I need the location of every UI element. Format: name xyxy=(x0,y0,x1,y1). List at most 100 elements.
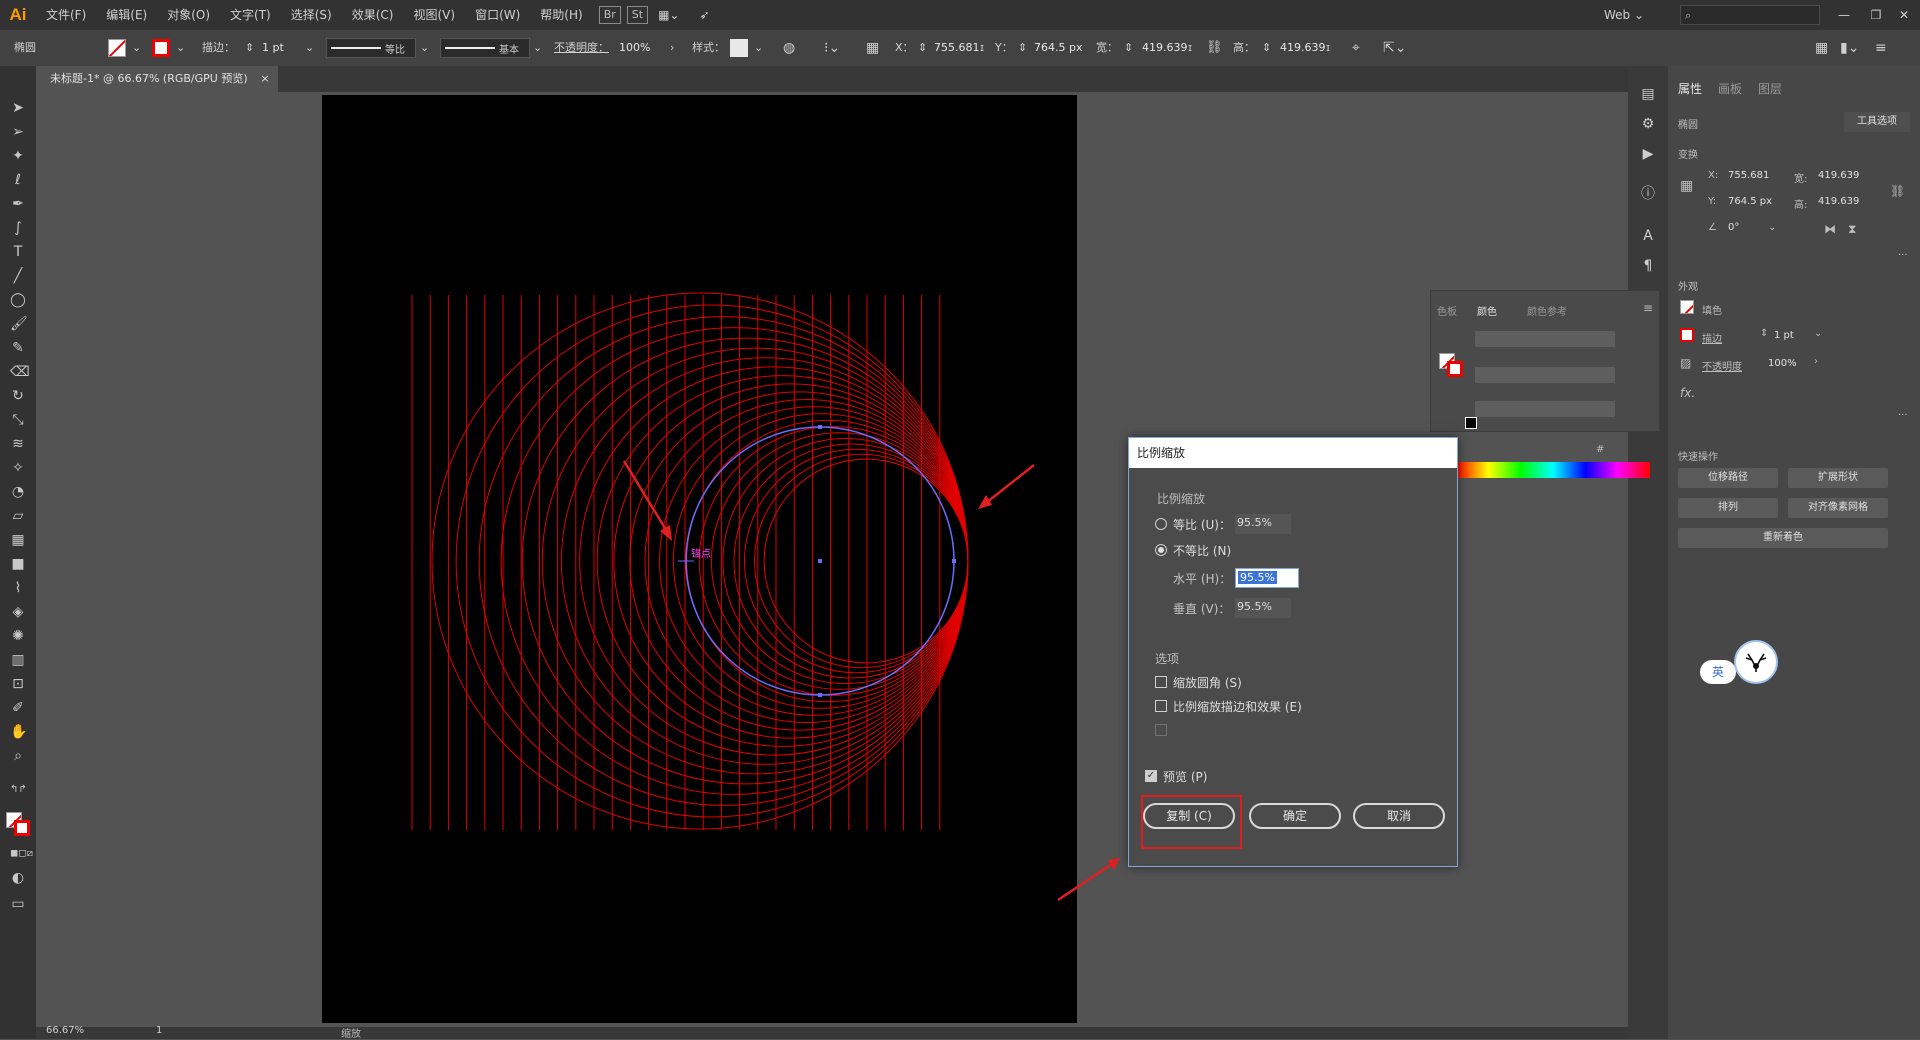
nonuniform-label[interactable]: 不等比 (N) xyxy=(1173,542,1231,559)
ellipse-tool-icon[interactable]: ◯ xyxy=(10,292,26,308)
asset-export-icon[interactable]: ⚙ xyxy=(1640,116,1656,132)
shaper-tool-icon[interactable]: ✎ xyxy=(10,340,26,356)
stroke-weight-value[interactable]: 1 pt xyxy=(1774,330,1794,341)
chevron-down-icon[interactable]: ⌄ xyxy=(1768,222,1776,233)
lasso-tool-icon[interactable]: ℓ xyxy=(10,172,26,188)
more-options-icon[interactable]: ··· xyxy=(1898,410,1908,421)
scale-tool-icon[interactable]: ⤡ xyxy=(10,412,26,428)
curvature-tool-icon[interactable]: ∫ xyxy=(10,220,26,236)
opacity-label[interactable]: 不透明度： xyxy=(554,30,609,66)
panel-menu-icon[interactable]: ≡ xyxy=(1643,301,1653,315)
y-field[interactable]: 764.5 px xyxy=(1034,30,1082,66)
stroke-swatch[interactable] xyxy=(1680,328,1694,342)
column-graph-tool-icon[interactable]: ▥ xyxy=(10,652,26,668)
paintbrush-tool-icon[interactable]: 🖌 xyxy=(10,316,28,332)
constrain-proportions-icon[interactable]: ⛓ xyxy=(1890,184,1905,198)
tab-color-guide[interactable]: 颜色参考 xyxy=(1527,303,1567,318)
gpu-rocket-icon[interactable]: ➶ xyxy=(689,0,719,30)
height-value[interactable]: 419.639 xyxy=(1818,196,1859,207)
flip-horizontal-icon[interactable]: ⧓ xyxy=(1824,222,1836,236)
artboard-tool-icon[interactable]: ⊡ xyxy=(10,676,26,692)
chevron-right-icon[interactable]: › xyxy=(670,30,674,66)
stroke-weight-field[interactable]: 1 pt xyxy=(262,30,284,66)
reference-point-icon[interactable]: ▦ xyxy=(1680,178,1693,194)
color-stroke-swatch[interactable] xyxy=(1447,361,1463,377)
workspace-switcher[interactable]: Web ⌄ xyxy=(1604,0,1644,30)
puppet-warp-tool-icon[interactable]: ✧ xyxy=(10,460,26,476)
align-icon[interactable]: ⁝⌄ xyxy=(824,30,840,66)
width-value[interactable]: 419.639 xyxy=(1818,170,1859,181)
menu-help[interactable]: 帮助(H) xyxy=(530,0,592,30)
zoom-level-field[interactable]: 66.67% xyxy=(46,1025,84,1036)
expand-shape-button[interactable]: 扩展形状 xyxy=(1788,468,1888,488)
recolor-button[interactable]: 重新着色 xyxy=(1678,528,1888,548)
x-field[interactable]: 755.681 xyxy=(934,30,980,66)
x-value[interactable]: 755.681 xyxy=(1728,170,1769,181)
chevron-down-icon[interactable]: ⌄ xyxy=(533,30,542,66)
perspective-grid-tool-icon[interactable]: ▱ xyxy=(10,508,26,524)
color-mode-icons[interactable]: ◼◻⧄ xyxy=(10,846,33,862)
mesh-tool-icon[interactable]: ▦ xyxy=(10,532,26,548)
stroke-swatch[interactable] xyxy=(152,39,170,57)
anchor-point-top[interactable] xyxy=(818,425,822,429)
menu-select[interactable]: 选择(S) xyxy=(281,0,342,30)
color-spectrum-bar[interactable] xyxy=(1456,462,1650,478)
menu-object[interactable]: 对象(O) xyxy=(157,0,220,30)
artwork-canvas[interactable]: 锚点 xyxy=(322,95,1077,1023)
ime-widget[interactable]: 英 xyxy=(1700,640,1780,684)
arrange-button[interactable]: 排列 xyxy=(1678,498,1778,518)
opacity-value[interactable]: 100% xyxy=(1768,358,1797,369)
bridge-button[interactable]: Br xyxy=(598,6,621,24)
nonuniform-radio[interactable] xyxy=(1155,544,1167,556)
width-field[interactable]: 419.639 xyxy=(1142,30,1188,66)
stepper-icon[interactable]: ⇕ xyxy=(918,30,927,66)
eraser-tool-icon[interactable]: ⌫ xyxy=(10,364,30,380)
blend-tool-icon[interactable]: ◈ xyxy=(10,604,26,620)
ok-button[interactable]: 确定 xyxy=(1249,803,1341,829)
variable-width-profile[interactable]: 等比 xyxy=(326,38,416,58)
menu-effect[interactable]: 效果(C) xyxy=(342,0,404,30)
selection-tool-icon[interactable]: ➤ xyxy=(10,100,26,116)
menu-view[interactable]: 视图(V) xyxy=(403,0,465,30)
arrange-documents-icon[interactable]: ▦⌄ xyxy=(648,0,689,30)
stepper-icon[interactable]: ⇕ xyxy=(1760,328,1768,339)
toolbar-stroke-swatch[interactable] xyxy=(14,820,30,836)
fill-swatch[interactable] xyxy=(1680,300,1694,314)
direct-selection-tool-icon[interactable]: ➢ xyxy=(10,124,26,140)
constrain-proportions-icon[interactable]: ⛓ xyxy=(1206,30,1223,66)
opacity-label[interactable]: 不透明度 xyxy=(1702,358,1742,373)
scale-corners-label[interactable]: 缩放圆角 (S) xyxy=(1173,674,1242,691)
slice-tool-icon[interactable]: ✐ xyxy=(10,700,26,716)
isolate-icon[interactable]: ⇱⌄ xyxy=(1383,30,1406,66)
artboard[interactable]: 锚点 xyxy=(322,95,1077,1023)
stepper-icon[interactable]: ⇕ xyxy=(1124,30,1133,66)
uniform-radio[interactable] xyxy=(1155,518,1167,530)
chevron-right-icon[interactable]: › xyxy=(1814,356,1818,367)
chevron-down-icon[interactable]: ⌄ xyxy=(420,30,429,66)
chevron-down-icon[interactable]: ⌄ xyxy=(305,30,314,66)
menu-type[interactable]: 文字(T) xyxy=(220,0,281,30)
more-options-icon[interactable]: ··· xyxy=(1898,250,1908,261)
magic-wand-tool-icon[interactable]: ✦ xyxy=(10,148,26,164)
stepper-icon[interactable]: ⇕ xyxy=(1018,30,1027,66)
tab-swatches[interactable]: 色板 xyxy=(1437,303,1457,318)
actions-panel-icon[interactable]: ▶ xyxy=(1640,146,1656,162)
character-panel-icon[interactable]: A xyxy=(1640,228,1656,244)
scale-corners-checkbox[interactable] xyxy=(1155,676,1167,688)
recolor-icon[interactable]: ◍ xyxy=(783,30,795,66)
hand-tool-icon[interactable]: ✋ xyxy=(10,724,27,740)
channel-g-slider[interactable] xyxy=(1475,367,1615,383)
tab-layers[interactable]: 图层 xyxy=(1758,80,1782,97)
close-window-button[interactable]: ✕ xyxy=(1884,0,1920,30)
fx-button[interactable]: fx. xyxy=(1680,386,1695,400)
vertical-field[interactable]: 95.5% xyxy=(1235,598,1291,618)
panel-menu-icon[interactable]: ≡ xyxy=(1875,30,1887,66)
tool-options-button[interactable]: 工具选项 xyxy=(1844,112,1910,132)
info-panel-icon[interactable]: ⓘ xyxy=(1640,186,1656,202)
offset-path-button[interactable]: 位移路径 xyxy=(1678,468,1778,488)
shape-builder-tool-icon[interactable]: ◔ xyxy=(10,484,26,500)
screen-mode-icon[interactable]: ▭ xyxy=(10,896,26,912)
menu-edit[interactable]: 编辑(E) xyxy=(96,0,157,30)
preview-checkbox[interactable]: ✓ xyxy=(1145,770,1157,782)
scale-strokes-label[interactable]: 比例缩放描边和效果 (E) xyxy=(1173,698,1302,715)
